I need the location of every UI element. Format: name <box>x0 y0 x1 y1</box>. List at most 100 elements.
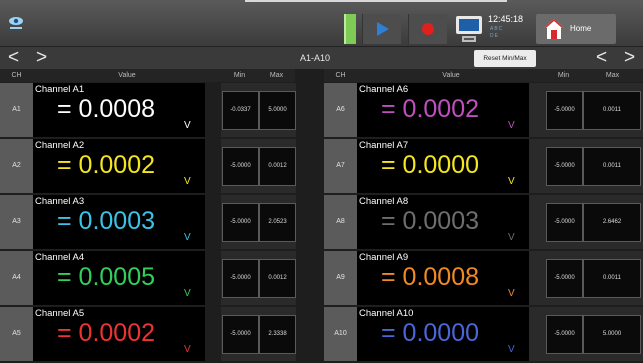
header-min: Min <box>221 69 258 82</box>
channel-name: Channel A8 <box>359 196 409 207</box>
channel-value-panel: Channel A2 = 0.0002 V <box>33 139 205 193</box>
channel-name: Channel A5 <box>35 308 85 319</box>
header-ch-right: CH <box>324 69 357 82</box>
channel-name: Channel A3 <box>35 196 85 207</box>
play-icon <box>377 22 389 36</box>
channel-min: -5.0000 <box>222 147 259 186</box>
channel-id: A8 <box>324 195 357 249</box>
channel-value-panel: Channel A3 = 0.0003 V <box>33 195 205 249</box>
record-button[interactable] <box>408 14 447 44</box>
home-icon <box>544 19 564 39</box>
channel-value: = 0.0000 <box>381 319 480 347</box>
channel-name: Channel A2 <box>35 140 85 151</box>
channel-min: -5.0000 <box>546 91 583 130</box>
channel-max: 0.0012 <box>259 259 296 298</box>
channel-value: = 0.0003 <box>381 207 480 235</box>
channel-value: = 0.0003 <box>57 207 156 235</box>
channel-min: -5.0000 <box>222 203 259 242</box>
header-value: Value <box>33 69 221 82</box>
computer-icon[interactable] <box>454 12 484 44</box>
channel-id: A5 <box>0 307 33 361</box>
channel-max: 5.0000 <box>259 91 296 130</box>
status-indicator <box>344 14 356 44</box>
channel-min: -5.0000 <box>546 259 583 298</box>
channel-name: Channel A6 <box>359 84 409 95</box>
play-button[interactable] <box>362 14 401 44</box>
channel-unit: V <box>508 288 515 299</box>
channel-value-panel: Channel A10 = 0.0000 V <box>357 307 529 361</box>
header-max-right: Max <box>582 69 643 82</box>
channel-row[interactable]: A7 Channel A7 = 0.0000 V -5.0000 0.0011 <box>324 139 643 193</box>
channel-unit: V <box>508 232 515 243</box>
clock-time: 12:45:18 <box>488 14 524 24</box>
channel-unit: V <box>184 344 191 355</box>
channel-value-panel: Channel A9 = 0.0008 V <box>357 251 529 305</box>
channel-row[interactable]: A10 Channel A10 = 0.0000 V -5.0000 5.000… <box>324 307 643 361</box>
channel-row[interactable]: A5 Channel A5 = 0.0002 V -5.0000 2.3338 <box>0 307 324 361</box>
channel-row[interactable]: A2 Channel A2 = 0.0002 V -5.0000 0.0012 <box>0 139 324 193</box>
header-max: Max <box>258 69 295 82</box>
channel-max: 2.0523 <box>259 203 296 242</box>
channel-row[interactable]: A6 Channel A6 = 0.0002 V -5.0000 0.0011 <box>324 83 643 137</box>
channel-nav: < > A1-A10 < > <box>0 47 643 69</box>
channel-min: -0.0337 <box>222 91 259 130</box>
channel-min: -5.0000 <box>546 147 583 186</box>
next-page-icon-right[interactable]: > <box>624 48 635 68</box>
channel-unit: V <box>184 232 191 243</box>
channel-max: 2.6462 <box>583 203 641 242</box>
channel-id: A2 <box>0 139 33 193</box>
channel-value: = 0.0008 <box>381 263 480 291</box>
channel-id: A7 <box>324 139 357 193</box>
channel-id: A9 <box>324 251 357 305</box>
channel-min: -5.0000 <box>546 203 583 242</box>
channel-row[interactable]: A8 Channel A8 = 0.0003 V -5.0000 2.6462 <box>324 195 643 249</box>
channel-value-panel: Channel A5 = 0.0002 V <box>33 307 205 361</box>
channel-value: = 0.0002 <box>57 319 156 347</box>
toolbar-divider <box>245 0 507 2</box>
channel-row[interactable]: A9 Channel A9 = 0.0008 V -5.0000 0.0011 <box>324 251 643 305</box>
channel-id: A6 <box>324 83 357 137</box>
channel-max: 0.0011 <box>583 147 641 186</box>
channel-name: Channel A4 <box>35 252 85 263</box>
channel-id: A3 <box>0 195 33 249</box>
channel-max: 0.0011 <box>583 259 641 298</box>
channel-name: Channel A9 <box>359 252 409 263</box>
channel-value-panel: Channel A4 = 0.0005 V <box>33 251 205 305</box>
status-dots: ABC DE <box>490 26 503 40</box>
channel-value: = 0.0005 <box>57 263 156 291</box>
channel-id: A10 <box>324 307 357 361</box>
channel-min: -5.0000 <box>222 315 259 354</box>
channel-range: A1-A10 <box>300 53 331 63</box>
next-page-icon[interactable]: > <box>36 48 47 68</box>
status-line-1: ABC <box>490 26 504 32</box>
prev-page-icon-right[interactable]: < <box>596 48 607 68</box>
reset-minmax-button[interactable]: Reset Min/Max <box>474 50 536 67</box>
home-button[interactable]: Home <box>536 14 616 44</box>
channel-min: -5.0000 <box>546 315 583 354</box>
record-icon <box>422 23 434 35</box>
channel-row[interactable]: A1 Channel A1 = 0.0008 V -0.0337 5.0000 <box>0 83 324 137</box>
toolbar: 12:45:18 ABC DE Home <box>0 0 643 47</box>
channel-value: = 0.0000 <box>381 151 480 179</box>
channel-row[interactable]: A4 Channel A4 = 0.0005 V -5.0000 0.0012 <box>0 251 324 305</box>
channel-max: 0.0011 <box>583 91 641 130</box>
channel-value: = 0.0008 <box>57 95 156 123</box>
channel-value-panel: Channel A1 = 0.0008 V <box>33 83 205 137</box>
home-label: Home <box>570 24 592 33</box>
channel-row[interactable]: A3 Channel A3 = 0.0003 V -5.0000 2.0523 <box>0 195 324 249</box>
channel-unit: V <box>184 120 191 131</box>
header-ch: CH <box>0 69 33 82</box>
channel-unit: V <box>508 344 515 355</box>
channel-id: A4 <box>0 251 33 305</box>
channel-id: A1 <box>0 83 33 137</box>
channel-max: 0.0012 <box>259 147 296 186</box>
channel-min: -5.0000 <box>222 259 259 298</box>
eye-icon[interactable] <box>8 14 24 30</box>
channel-value-panel: Channel A7 = 0.0000 V <box>357 139 529 193</box>
status-line-2: DE <box>490 33 499 39</box>
channel-name: Channel A7 <box>359 140 409 151</box>
channel-value: = 0.0002 <box>57 151 156 179</box>
header-value-right: Value <box>357 69 545 82</box>
channel-name: Channel A1 <box>35 84 85 95</box>
prev-page-icon[interactable]: < <box>8 48 19 68</box>
